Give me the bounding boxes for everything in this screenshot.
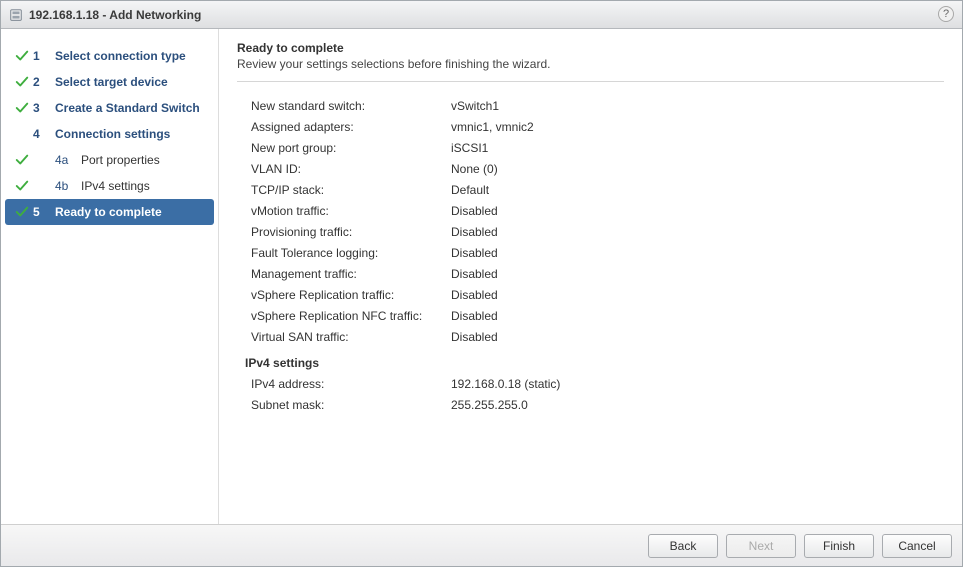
summary-value: 192.168.0.18 (static) bbox=[451, 374, 944, 395]
summary-value: vmnic1, vmnic2 bbox=[451, 117, 944, 138]
summary-row: Fault Tolerance logging:Disabled bbox=[241, 243, 944, 264]
checkmark-icon bbox=[11, 75, 33, 89]
wizard-body: 1 Select connection type 2 Select target… bbox=[1, 29, 962, 524]
summary-value: Disabled bbox=[451, 243, 944, 264]
step-label: IPv4 settings bbox=[81, 179, 210, 193]
checkmark-icon bbox=[11, 101, 33, 115]
step-number: 3 bbox=[33, 101, 55, 115]
page-subtitle: Review your settings selections before f… bbox=[237, 57, 944, 71]
checkmark-icon bbox=[11, 49, 33, 63]
summary-label: Virtual SAN traffic: bbox=[241, 327, 451, 348]
summary-label: Subnet mask: bbox=[241, 395, 451, 416]
wizard-window: 192.168.1.18 - Add Networking ? 1 Select… bbox=[0, 0, 963, 567]
wizard-footer: Back Next Finish Cancel bbox=[1, 524, 962, 566]
summary-value: Disabled bbox=[451, 222, 944, 243]
summary-label: Assigned adapters: bbox=[241, 117, 451, 138]
help-icon[interactable]: ? bbox=[938, 6, 954, 22]
page-title: Ready to complete bbox=[237, 41, 944, 55]
cancel-button[interactable]: Cancel bbox=[882, 534, 952, 558]
checkmark-icon bbox=[11, 179, 33, 193]
ipv4-section-title: IPv4 settings bbox=[241, 356, 944, 370]
summary-row: IPv4 address:192.168.0.18 (static) bbox=[241, 374, 944, 395]
summary-row: Provisioning traffic:Disabled bbox=[241, 222, 944, 243]
summary-value: Disabled bbox=[451, 201, 944, 222]
summary-row: Subnet mask:255.255.255.0 bbox=[241, 395, 944, 416]
titlebar: 192.168.1.18 - Add Networking ? bbox=[1, 1, 962, 29]
step-select-target-device[interactable]: 2 Select target device bbox=[5, 69, 214, 95]
finish-button[interactable]: Finish bbox=[804, 534, 874, 558]
summary-label: Provisioning traffic: bbox=[241, 222, 451, 243]
summary-value: 255.255.255.0 bbox=[451, 395, 944, 416]
wizard-content: Ready to complete Review your settings s… bbox=[219, 29, 962, 524]
step-number: 1 bbox=[33, 49, 55, 63]
step-ipv4-settings[interactable]: 4b IPv4 settings bbox=[5, 173, 214, 199]
step-label: Select connection type bbox=[55, 49, 210, 63]
summary-row: New port group:iSCSI1 bbox=[241, 138, 944, 159]
summary-label: New port group: bbox=[241, 138, 451, 159]
summary-row: vSphere Replication NFC traffic:Disabled bbox=[241, 306, 944, 327]
step-number: 4a bbox=[55, 153, 81, 167]
summary-list: New standard switch:vSwitch1 Assigned ad… bbox=[241, 96, 944, 416]
summary-label: vSphere Replication NFC traffic: bbox=[241, 306, 451, 327]
checkmark-icon bbox=[11, 205, 33, 219]
summary-label: Fault Tolerance logging: bbox=[241, 243, 451, 264]
summary-row: vMotion traffic:Disabled bbox=[241, 201, 944, 222]
wizard-steps-sidebar: 1 Select connection type 2 Select target… bbox=[1, 29, 219, 524]
summary-label: vMotion traffic: bbox=[241, 201, 451, 222]
summary-label: IPv4 address: bbox=[241, 374, 451, 395]
step-label: Connection settings bbox=[55, 127, 210, 141]
window-title: 192.168.1.18 - Add Networking bbox=[29, 8, 201, 22]
step-number: 2 bbox=[33, 75, 55, 89]
summary-label: VLAN ID: bbox=[241, 159, 451, 180]
step-ready-to-complete[interactable]: 5 Ready to complete bbox=[5, 199, 214, 225]
host-icon bbox=[9, 8, 23, 22]
content-header: Ready to complete Review your settings s… bbox=[237, 41, 944, 82]
summary-value: iSCSI1 bbox=[451, 138, 944, 159]
summary-value: Disabled bbox=[451, 327, 944, 348]
step-label: Select target device bbox=[55, 75, 210, 89]
summary-value: Disabled bbox=[451, 264, 944, 285]
step-label: Create a Standard Switch bbox=[55, 101, 210, 115]
step-number: 5 bbox=[33, 205, 55, 219]
step-label: Ready to complete bbox=[55, 205, 210, 219]
summary-row: vSphere Replication traffic:Disabled bbox=[241, 285, 944, 306]
step-number: 4b bbox=[55, 179, 81, 193]
next-button: Next bbox=[726, 534, 796, 558]
summary-value: Disabled bbox=[451, 306, 944, 327]
summary-row: TCP/IP stack:Default bbox=[241, 180, 944, 201]
summary-row: Virtual SAN traffic:Disabled bbox=[241, 327, 944, 348]
summary-value: Default bbox=[451, 180, 944, 201]
summary-row: Management traffic:Disabled bbox=[241, 264, 944, 285]
summary-row: Assigned adapters:vmnic1, vmnic2 bbox=[241, 117, 944, 138]
summary-row: New standard switch:vSwitch1 bbox=[241, 96, 944, 117]
checkmark-icon bbox=[11, 153, 33, 167]
summary-value: vSwitch1 bbox=[451, 96, 944, 117]
step-number: 4 bbox=[33, 127, 55, 141]
summary-row: VLAN ID:None (0) bbox=[241, 159, 944, 180]
back-button[interactable]: Back bbox=[648, 534, 718, 558]
summary-label: Management traffic: bbox=[241, 264, 451, 285]
summary-label: vSphere Replication traffic: bbox=[241, 285, 451, 306]
summary-label: New standard switch: bbox=[241, 96, 451, 117]
summary-value: Disabled bbox=[451, 285, 944, 306]
step-select-connection-type[interactable]: 1 Select connection type bbox=[5, 43, 214, 69]
summary-label: TCP/IP stack: bbox=[241, 180, 451, 201]
step-port-properties[interactable]: 4a Port properties bbox=[5, 147, 214, 173]
step-create-standard-switch[interactable]: 3 Create a Standard Switch bbox=[5, 95, 214, 121]
step-label: Port properties bbox=[81, 153, 210, 167]
summary-value: None (0) bbox=[451, 159, 944, 180]
step-connection-settings[interactable]: 4 Connection settings bbox=[5, 121, 214, 147]
